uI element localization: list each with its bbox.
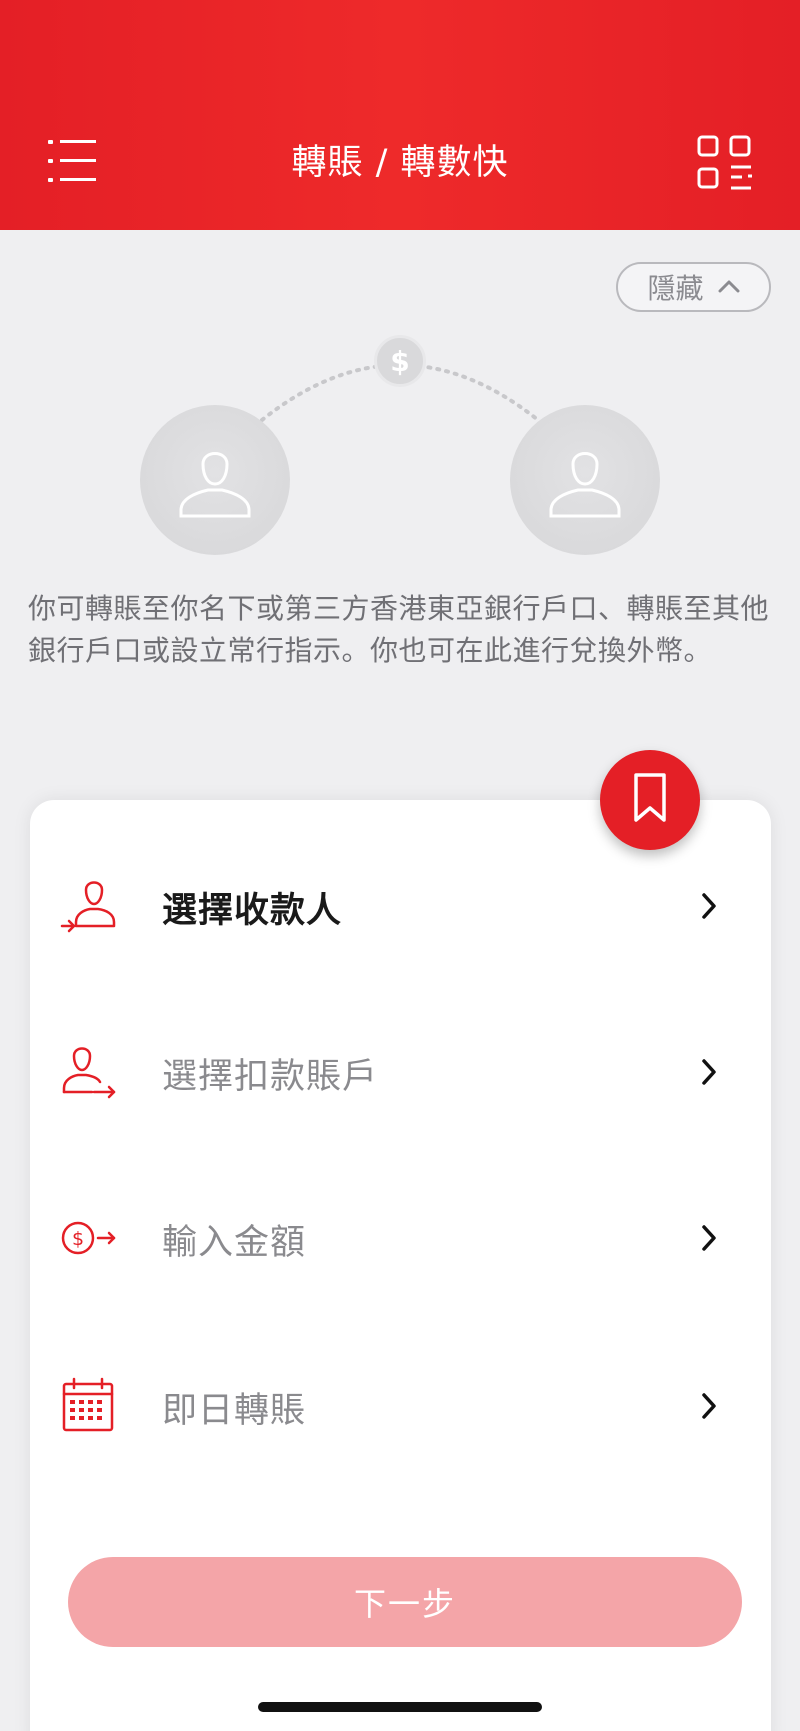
calendar-icon — [60, 1376, 120, 1436]
chevron-up-icon — [718, 278, 740, 297]
recipient-avatar — [510, 405, 660, 555]
dollar-arrow-icon: $ — [60, 1208, 120, 1268]
qr-code-icon[interactable] — [696, 134, 754, 192]
bookmark-button[interactable] — [600, 750, 700, 850]
step-select-payee[interactable]: 選擇收款人 — [30, 846, 771, 966]
svg-text:$: $ — [72, 1228, 84, 1250]
person-arrow-out-icon — [60, 1042, 120, 1102]
hide-illustration-toggle[interactable]: 隱藏 — [616, 262, 771, 312]
next-button-label: 下一步 — [353, 1585, 456, 1623]
person-icon — [173, 436, 257, 524]
chevron-right-icon — [698, 890, 720, 922]
bookmark-icon — [632, 772, 668, 828]
step-transfer-date[interactable]: 即日轉賬 — [30, 1346, 771, 1466]
step-label: 即日轉賬 — [162, 1391, 307, 1431]
page-title: 轉賬 / 轉數快 — [291, 143, 509, 183]
hide-toggle-label: 隱藏 — [647, 272, 704, 305]
chevron-right-icon — [698, 1056, 720, 1088]
sender-avatar — [140, 405, 290, 555]
intro-text: 你可轉賬至你名下或第三方香港東亞銀行戶口、轉賬至其他銀行戶口或設立常行指示。你也… — [28, 592, 770, 667]
person-icon — [543, 436, 627, 524]
home-indicator — [258, 1702, 542, 1712]
step-label: 輸入金額 — [162, 1223, 307, 1263]
chevron-right-icon — [698, 1390, 720, 1422]
dollar-coin-icon: $ — [374, 335, 426, 387]
person-arrow-in-icon — [60, 876, 120, 936]
chevron-right-icon — [698, 1222, 720, 1254]
step-select-debit-account[interactable]: 選擇扣款賬戶 — [30, 1012, 771, 1132]
transfer-illustration: $ — [0, 325, 800, 565]
step-enter-amount[interactable]: $ 輸入金額 — [30, 1178, 771, 1298]
dollar-symbol: $ — [390, 344, 410, 378]
transfer-screen: 轉賬 / 轉數快 隱藏 $ 你可轉賬至你名下或第三方香港東亞銀行戶口、轉賬至其他… — [0, 0, 800, 1731]
step-label: 選擇扣款賬戶 — [162, 1057, 379, 1097]
app-header: 轉賬 / 轉數快 — [0, 0, 800, 230]
next-button[interactable]: 下一步 — [68, 1557, 742, 1647]
step-label: 選擇收款人 — [162, 891, 343, 931]
